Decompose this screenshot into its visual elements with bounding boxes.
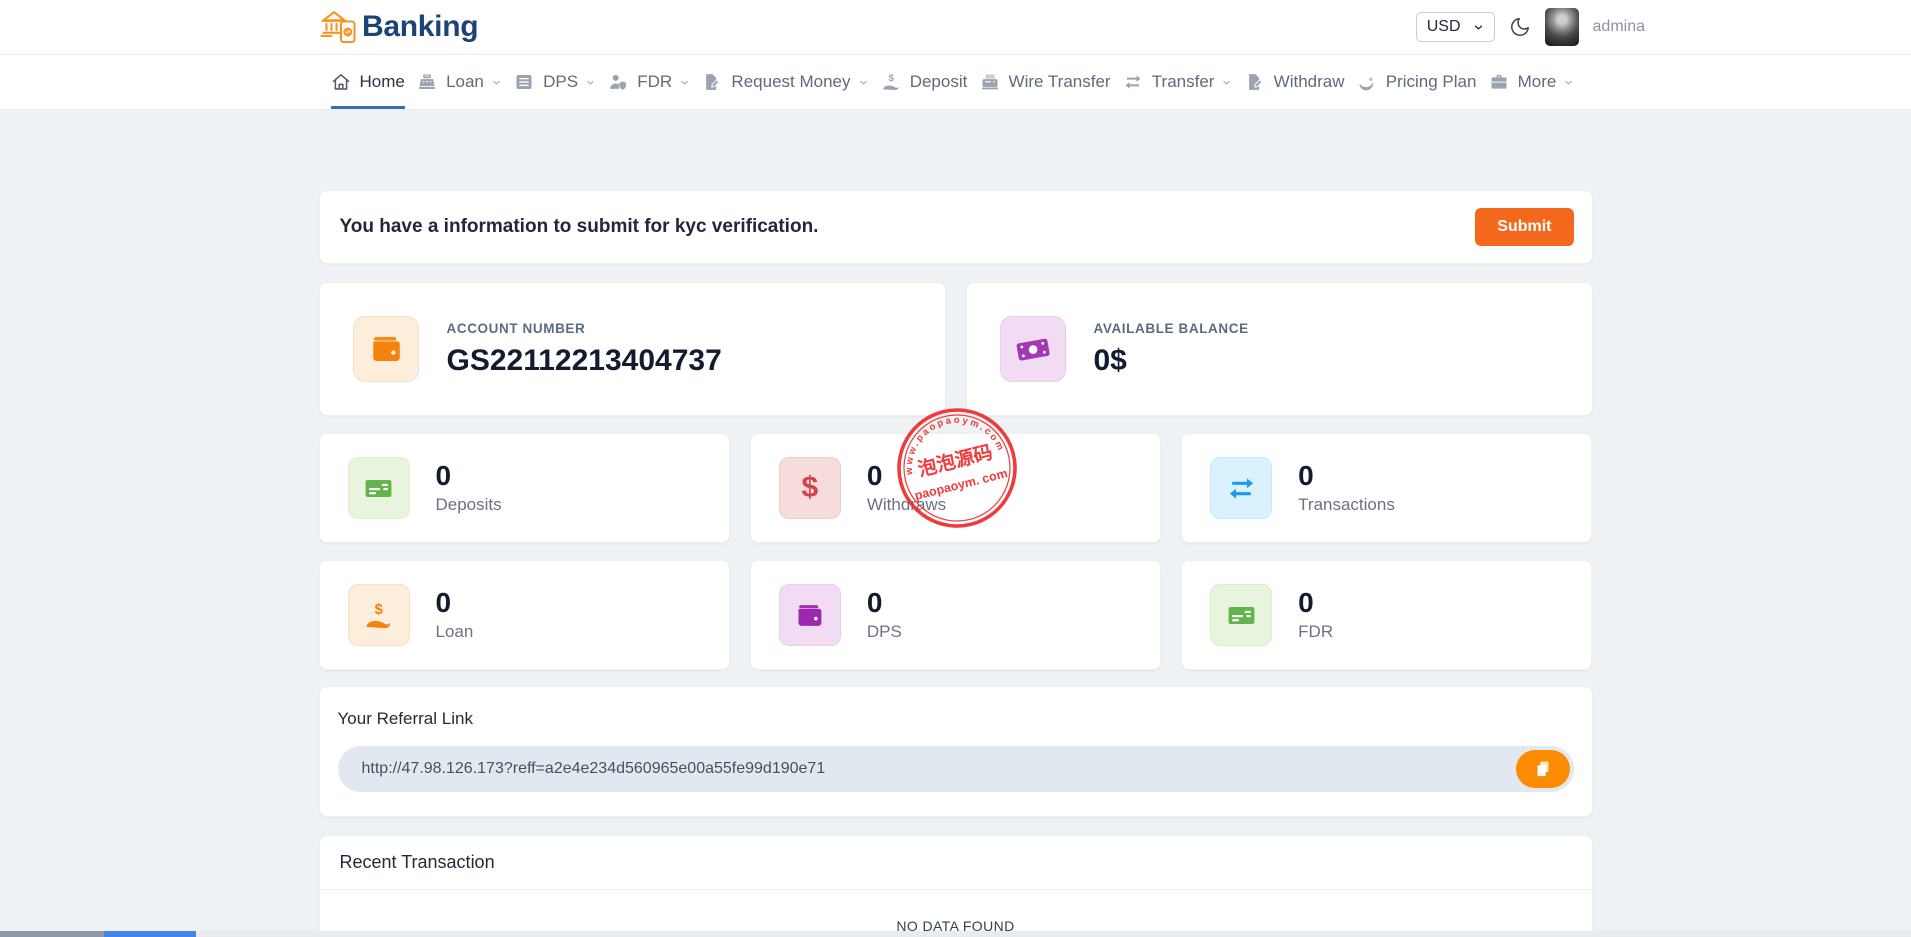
wallet-icon <box>779 584 841 646</box>
chevron-down-icon <box>679 77 690 88</box>
nav-item-transfer[interactable]: Transfer <box>1123 55 1233 109</box>
moon-icon <box>1509 16 1531 38</box>
top-bar: $ Banking USD admina <box>0 0 1911 55</box>
referral-link-field: http://47.98.126.173?reff=a2e4e234d56096… <box>338 746 1574 792</box>
home-icon <box>331 72 351 92</box>
available-balance-value: 0$ <box>1094 344 1249 378</box>
currency-value: USD <box>1427 18 1461 36</box>
stat-card-transactions: 0 Transactions <box>1181 433 1592 543</box>
user-avatar[interactable] <box>1545 8 1579 46</box>
account-number-label: ACCOUNT NUMBER <box>447 321 722 336</box>
kyc-notice-card: You have a information to submit for kyc… <box>319 190 1593 264</box>
copy-referral-button[interactable] <box>1516 750 1570 788</box>
money-check-icon <box>348 457 410 519</box>
stat-card-dps: 0 DPS <box>750 560 1161 670</box>
hand-holding-dollar-icon <box>881 72 901 92</box>
stat-card-fdr: 0 FDR <box>1181 560 1592 670</box>
nav-item-home[interactable]: Home <box>331 55 405 109</box>
chevron-down-icon <box>1563 77 1574 88</box>
wallet-icon <box>353 316 419 382</box>
account-number-card: ACCOUNT NUMBER GS22112213404737 <box>319 282 946 416</box>
scrollbar-thumb[interactable] <box>104 931 196 937</box>
brand-name: Banking <box>362 10 478 44</box>
user-shield-icon <box>608 72 628 92</box>
brand[interactable]: $ Banking <box>318 8 478 46</box>
nav-item-fdr[interactable]: FDR <box>608 55 690 109</box>
chevron-down-icon <box>585 77 596 88</box>
chevron-down-icon <box>1221 77 1232 88</box>
nav-item-dps[interactable]: DPS <box>514 55 596 109</box>
horizontal-scrollbar <box>0 931 1911 937</box>
stat-card-deposits: 0 Deposits <box>319 433 730 543</box>
username[interactable]: admina <box>1593 18 1645 36</box>
archive-icon <box>514 72 534 92</box>
nav-item-withdraw[interactable]: Withdraw <box>1245 55 1345 109</box>
currency-select[interactable]: USD <box>1416 12 1495 42</box>
cash-register-icon <box>417 72 437 92</box>
bank-logo-icon: $ <box>318 8 360 46</box>
nav-item-wire-transfer[interactable]: Wire Transfer <box>980 55 1111 109</box>
nav-item-deposit[interactable]: Deposit <box>881 55 968 109</box>
kyc-submit-button[interactable]: Submit <box>1475 208 1573 246</box>
available-balance-card: AVAILABLE BALANCE 0$ <box>966 282 1593 416</box>
available-balance-label: AVAILABLE BALANCE <box>1094 321 1249 336</box>
nav-item-loan[interactable]: Loan <box>417 55 502 109</box>
referral-link-value[interactable]: http://47.98.126.173?reff=a2e4e234d56096… <box>362 760 1516 778</box>
file-pen-icon <box>1245 72 1265 92</box>
recent-transactions-title: Recent Transaction <box>340 852 495 872</box>
terminal-machine-icon <box>980 72 1000 92</box>
nav-item-request-money[interactable]: Request Money <box>702 55 868 109</box>
chevron-down-icon <box>491 77 502 88</box>
chevron-down-icon <box>858 77 869 88</box>
main-nav: Home Loan DPS FDR Request Money Deposit <box>0 55 1911 110</box>
hand-swoosh-icon <box>1357 72 1377 92</box>
arrows-right-left-icon <box>1123 72 1143 92</box>
kyc-message: You have a information to submit for kyc… <box>340 216 819 238</box>
referral-card: Your Referral Link http://47.98.126.173?… <box>319 686 1593 817</box>
referral-title: Your Referral Link <box>338 709 1574 729</box>
dollar-sign-icon: $ <box>779 457 841 519</box>
account-number-value: GS22112213404737 <box>447 344 722 378</box>
scrollbar-segment <box>0 931 104 937</box>
select-caret-icon <box>1473 22 1484 33</box>
recent-transactions-card: Recent Transaction NO DATA FOUND <box>319 835 1593 937</box>
money-bill-icon <box>1000 316 1066 382</box>
stat-card-loan: 0 Loan <box>319 560 730 670</box>
stat-card-withdraws: $ 0 Withdraws <box>750 433 1161 543</box>
money-check-icon <box>1210 584 1272 646</box>
main-content: You have a information to submit for kyc… <box>319 190 1593 937</box>
file-pen-icon <box>702 72 722 92</box>
briefcase-icon <box>1489 72 1509 92</box>
copy-icon <box>1533 759 1553 779</box>
nav-item-pricing-plan[interactable]: Pricing Plan <box>1357 55 1477 109</box>
arrows-right-left-icon <box>1210 457 1272 519</box>
dark-mode-toggle[interactable] <box>1509 16 1531 38</box>
hand-holding-dollar-icon <box>348 584 410 646</box>
nav-item-more[interactable]: More <box>1489 55 1575 109</box>
